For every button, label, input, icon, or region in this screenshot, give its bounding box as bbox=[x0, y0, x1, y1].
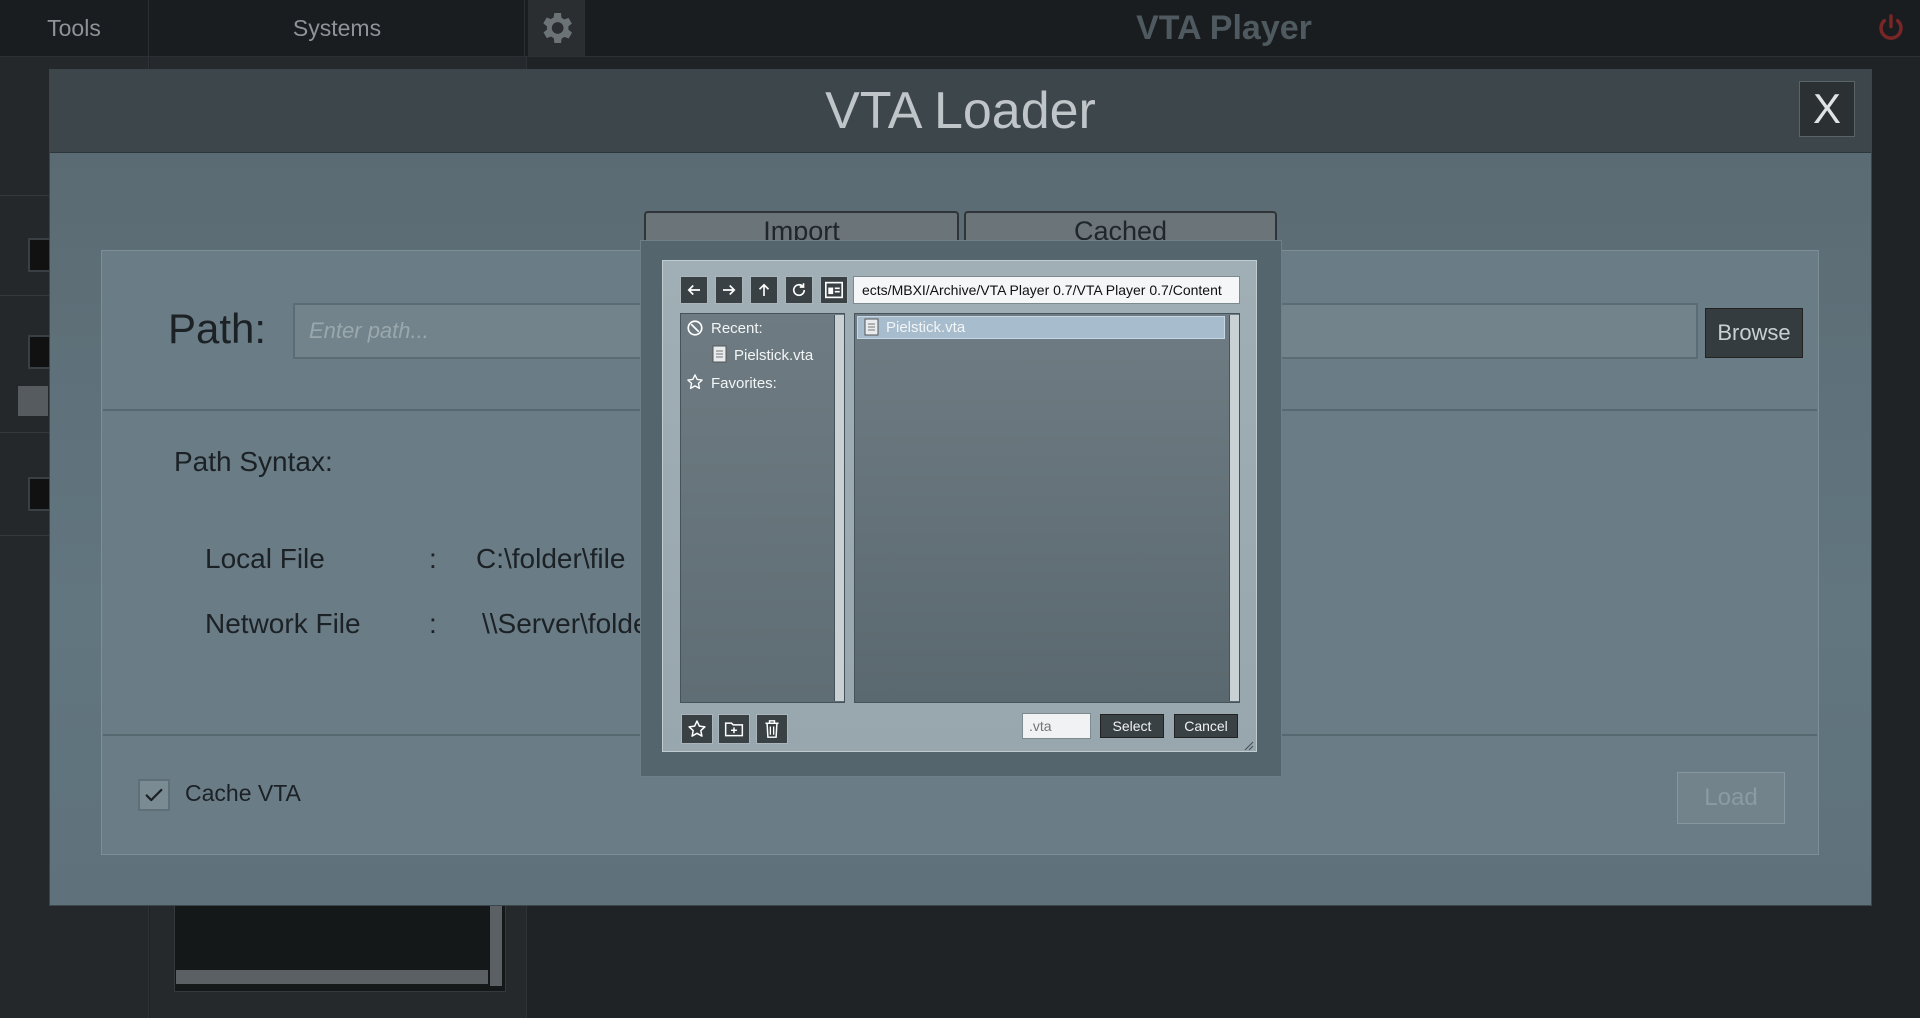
load-button[interactable]: Load bbox=[1677, 772, 1785, 824]
refresh-icon bbox=[792, 283, 806, 297]
arrow-left-icon bbox=[687, 284, 700, 296]
file-icon bbox=[864, 318, 879, 341]
loader-title: VTA Loader bbox=[825, 82, 1096, 140]
star-icon bbox=[688, 720, 706, 737]
path-bar[interactable]: ects/MBXI/Archive/VTA Player 0.7/VTA Pla… bbox=[853, 276, 1240, 304]
trash-icon bbox=[765, 720, 779, 738]
recent-icon bbox=[686, 319, 704, 342]
network-file-label: Network File bbox=[205, 608, 361, 639]
path-syntax-heading: Path Syntax: bbox=[174, 446, 333, 477]
recent-label: Recent: bbox=[711, 320, 763, 337]
file-icon bbox=[712, 345, 727, 368]
power-icon bbox=[1879, 14, 1903, 40]
close-button[interactable]: X bbox=[1799, 81, 1855, 137]
new-folder-button[interactable] bbox=[718, 714, 750, 744]
arrow-up-icon bbox=[758, 283, 770, 296]
forward-button[interactable] bbox=[715, 276, 743, 304]
systems-menu-button[interactable]: Systems bbox=[150, 0, 525, 56]
resize-grip-icon bbox=[1244, 741, 1254, 751]
new-folder-icon bbox=[724, 722, 744, 737]
local-file-label: Local File bbox=[205, 543, 325, 574]
file-name: Pielstick.vta bbox=[886, 319, 966, 336]
local-file-separator: : bbox=[429, 543, 437, 574]
network-file-example: \\Server\folde bbox=[482, 608, 649, 639]
path-label: Path: bbox=[168, 305, 267, 352]
places-scrollbar[interactable] bbox=[834, 315, 844, 701]
add-favorite-button[interactable] bbox=[681, 714, 713, 744]
tools-menu-button[interactable]: Tools bbox=[0, 0, 149, 56]
recent-item[interactable]: Pielstick.vta bbox=[734, 347, 813, 364]
back-button[interactable] bbox=[680, 276, 708, 304]
vertical-scrollbar[interactable] bbox=[490, 900, 502, 986]
panel-checkbox[interactable] bbox=[18, 386, 48, 416]
local-file-example: C:\folder\file bbox=[476, 543, 626, 574]
view-toggle-button[interactable] bbox=[820, 276, 848, 304]
details-view-icon bbox=[825, 281, 843, 299]
refresh-button[interactable] bbox=[785, 276, 813, 304]
file-filter-input[interactable] bbox=[1022, 713, 1091, 739]
gear-icon bbox=[543, 13, 572, 43]
cache-vta-checkbox[interactable] bbox=[138, 779, 170, 811]
network-file-separator: : bbox=[429, 608, 437, 639]
file-list-pane bbox=[854, 313, 1240, 703]
power-button[interactable] bbox=[1862, 0, 1920, 56]
path-bar-text: ects/MBXI/Archive/VTA Player 0.7/VTA Pla… bbox=[862, 282, 1222, 298]
resize-grip[interactable] bbox=[1242, 738, 1254, 751]
file-list-scrollbar[interactable] bbox=[1229, 315, 1239, 701]
cancel-button[interactable]: Cancel bbox=[1174, 714, 1238, 738]
checkmark-icon bbox=[145, 788, 163, 802]
favorites-label: Favorites: bbox=[711, 375, 777, 392]
cache-vta-label: Cache VTA bbox=[185, 780, 301, 806]
arrow-right-icon bbox=[723, 284, 736, 296]
star-icon bbox=[686, 373, 704, 396]
select-button[interactable]: Select bbox=[1100, 714, 1164, 738]
horizontal-scrollbar[interactable] bbox=[176, 970, 488, 984]
places-pane bbox=[680, 313, 845, 703]
app-title: VTA Player bbox=[1136, 8, 1312, 47]
settings-button[interactable] bbox=[528, 0, 585, 56]
up-button[interactable] bbox=[750, 276, 778, 304]
delete-button[interactable] bbox=[756, 714, 788, 744]
browse-button[interactable]: Browse bbox=[1705, 308, 1803, 358]
